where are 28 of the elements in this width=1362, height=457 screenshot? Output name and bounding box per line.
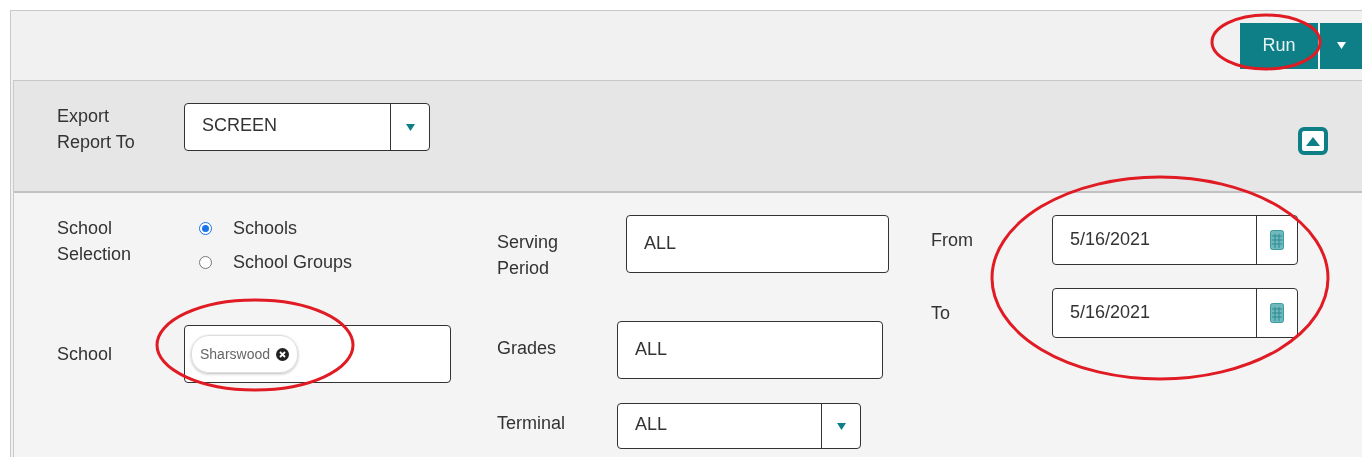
terminal-select[interactable]: ALL: [617, 403, 861, 449]
field-label: School: [57, 343, 114, 366]
radio-label: School Groups: [233, 251, 354, 274]
date-field[interactable]: 5/16/2021: [1052, 215, 1298, 265]
run-options-button[interactable]: [1320, 22, 1362, 69]
serving-period-field[interactable]: ALL: [626, 215, 889, 273]
collapse-button[interactable]: [1298, 127, 1328, 155]
field-label: School Selection: [57, 217, 133, 266]
date-field[interactable]: 5/16/2021: [1052, 288, 1298, 338]
field-label: Export Report To: [57, 105, 136, 154]
field-label: Grades: [497, 337, 558, 360]
caret-icon: [836, 422, 846, 430]
school-tag: Sharswood: [191, 335, 299, 373]
field-label: Serving Period: [497, 231, 560, 280]
export-select[interactable]: SCREEN: [184, 103, 430, 151]
field-label: Terminal: [497, 412, 567, 435]
school-field[interactable]: Sharswood: [184, 325, 451, 383]
radio-button[interactable]: [199, 255, 212, 269]
caret-icon: [1336, 42, 1346, 49]
field-label: To: [931, 302, 951, 325]
grades-field[interactable]: ALL: [617, 321, 883, 379]
triangle-icon: [1306, 136, 1320, 146]
run-button[interactable]: Run: [1240, 22, 1318, 69]
caret-icon: [405, 123, 415, 131]
radio-button[interactable]: [199, 221, 212, 235]
radio-label: Schools: [233, 217, 299, 240]
remove-icon[interactable]: [276, 347, 290, 361]
field-label: From: [931, 229, 974, 252]
